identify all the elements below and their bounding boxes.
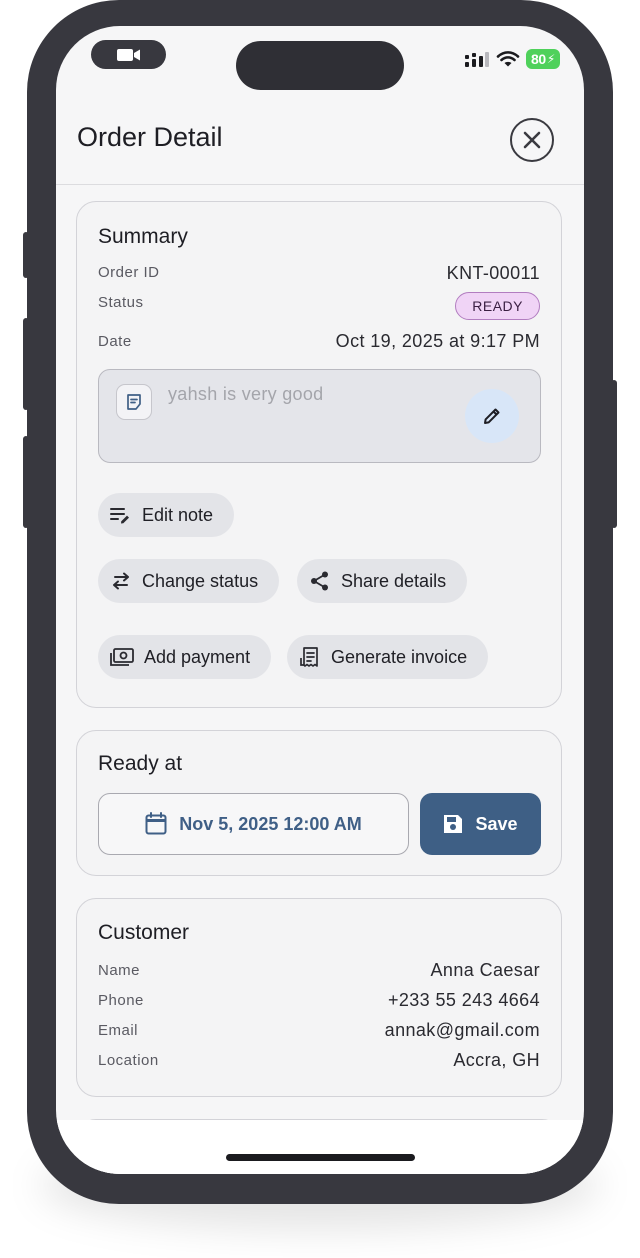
status-badge: READY [455, 292, 540, 320]
action-button [23, 232, 29, 278]
customer-card: Customer Name Anna Caesar Phone +233 55 … [76, 898, 562, 1097]
volume-down-button [23, 436, 29, 528]
ready-at-card: Ready at Nov 5, 2025 12:00 AM Save [76, 730, 562, 876]
battery-level: 80 [530, 51, 546, 67]
save-icon [444, 815, 463, 833]
power-button [611, 380, 617, 528]
ready-at-title: Ready at [98, 752, 183, 775]
calendar-icon [145, 812, 167, 835]
change-status-button[interactable]: Change status [98, 559, 280, 603]
order-id-label: Order ID [98, 264, 160, 281]
order-note-box: yahsh is very good [98, 369, 541, 463]
summary-card: Summary Order ID KNT-00011 Status READY … [76, 201, 562, 708]
charging-bolt-icon: ⚡ [546, 52, 556, 66]
battery-indicator: 80 ⚡ [526, 49, 560, 69]
phone-screen: 80 ⚡ Order Detail Summary Order ID KNT-00… [56, 26, 584, 1174]
generate-invoice-button[interactable]: Generate invoice [287, 635, 489, 679]
signal-icon [465, 52, 489, 67]
summary-title: Summary [98, 225, 188, 248]
camera-indicator [91, 40, 166, 69]
edit-note-icon [110, 508, 129, 524]
add-payment-label: Add payment [144, 646, 251, 667]
invoice-icon [300, 647, 318, 667]
edit-note-button[interactable]: Edit note [98, 493, 235, 537]
close-button[interactable] [510, 118, 554, 162]
scroll-content[interactable]: Summary Order ID KNT-00011 Status READY … [56, 185, 584, 1174]
save-button[interactable]: Save [420, 793, 541, 855]
customer-location-label: Location [98, 1052, 159, 1069]
customer-email-label: Email [98, 1022, 139, 1039]
share-details-label: Share details [341, 570, 447, 591]
bottom-safe-area [56, 1120, 584, 1174]
order-note-text: yahsh is very good [168, 384, 324, 404]
payment-icon [110, 648, 134, 666]
customer-title: Customer [98, 921, 190, 944]
customer-name-label: Name [98, 962, 141, 979]
ready-date-picker[interactable]: Nov 5, 2025 12:00 AM [98, 793, 409, 855]
video-camera-icon [116, 48, 140, 61]
status-icons: 80 ⚡ [464, 48, 560, 70]
home-indicator[interactable] [226, 1154, 415, 1161]
change-status-label: Change status [142, 570, 259, 591]
customer-phone-value[interactable]: +233 55 243 4664 [388, 990, 540, 1011]
swap-icon [113, 572, 129, 590]
dynamic-island [236, 41, 404, 90]
customer-location-value: Accra, GH [453, 1050, 540, 1070]
ready-date-value: Nov 5, 2025 12:00 AM [179, 813, 362, 834]
edit-note-icon-button[interactable] [465, 389, 519, 443]
generate-invoice-label: Generate invoice [331, 646, 468, 667]
page-title: Order Detail [77, 122, 223, 152]
order-id-value: KNT-00011 [446, 263, 540, 283]
wifi-icon [496, 51, 520, 67]
customer-email-value[interactable]: annak@gmail.com [385, 1020, 540, 1041]
edit-note-label: Edit note [142, 504, 214, 525]
pencil-icon [484, 408, 500, 424]
page-header: Order Detail [56, 98, 584, 185]
order-date-value: Oct 19, 2025 at 9:17 PM [335, 331, 540, 351]
share-details-button[interactable]: Share details [297, 559, 468, 603]
status-label: Status [98, 294, 144, 311]
volume-up-button [23, 318, 29, 410]
date-label: Date [98, 333, 132, 350]
customer-name-value: Anna Caesar [430, 960, 540, 980]
note-icon [116, 384, 152, 420]
save-label: Save [475, 813, 518, 834]
close-icon [523, 131, 541, 149]
customer-phone-label: Phone [98, 992, 144, 1009]
share-icon [311, 571, 328, 591]
add-payment-button[interactable]: Add payment [98, 635, 272, 679]
